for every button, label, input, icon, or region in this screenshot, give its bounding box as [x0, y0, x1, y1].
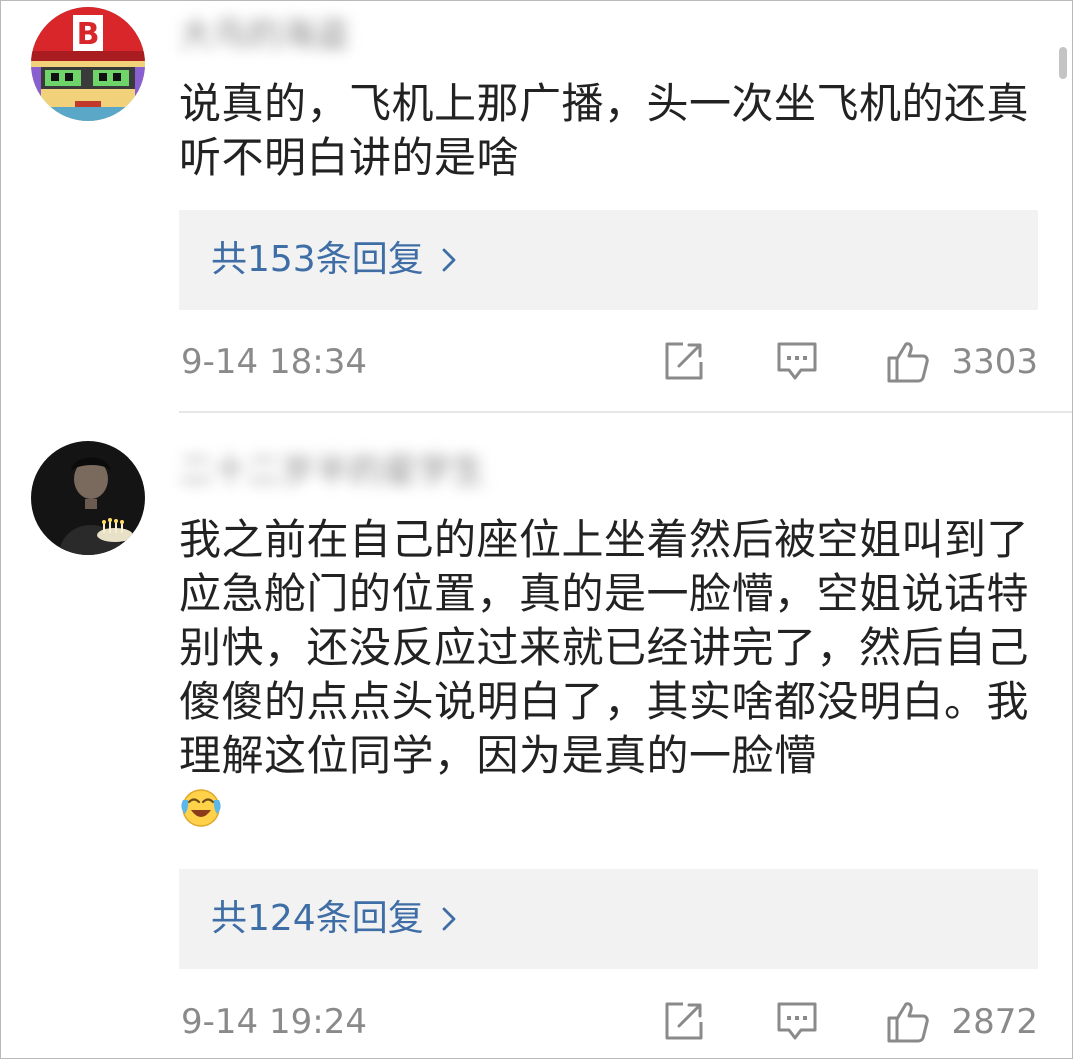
timestamp: 9-14 18:34: [181, 342, 367, 382]
comment-text: 说真的，飞机上那广播，头一次坐飞机的还真听不明白讲的是啥: [179, 79, 1030, 182]
avatar[interactable]: B: [31, 7, 145, 121]
comment-icon[interactable]: [775, 1000, 819, 1046]
laugh-cry-emoji-icon: [179, 784, 223, 841]
timestamp: 9-14 19:24: [181, 1002, 367, 1042]
comment-text: 我之前在自己的座位上坐着然后被空姐叫到了应急舱门的位置，真的是一脸懵，空姐说话特…: [179, 513, 1041, 841]
scrollbar-thumb[interactable]: [1059, 47, 1067, 79]
view-replies-link[interactable]: 共153条回复: [211, 210, 456, 310]
comment-text-content: 我之前在自己的座位上坐着然后被空姐叫到了应急舱门的位置，真的是一脸懵，空姐说话特…: [179, 515, 1030, 780]
replies-panel[interactable]: 共124条回复: [179, 869, 1038, 969]
forward-icon[interactable]: [663, 340, 705, 386]
comment-list: B 大鸟的海盗 说真的，飞机上那广播，头一次坐飞机的还真听不明白讲的是啥 共15…: [0, 0, 1073, 1059]
thumbs-up-icon[interactable]: [885, 340, 931, 388]
chevron-right-icon: [442, 211, 456, 311]
thumbs-up-icon[interactable]: [885, 1000, 931, 1048]
username[interactable]: 大鸟的海盗: [179, 15, 349, 55]
comment-item: 二十二岁半的星学生 我之前在自己的座位上坐着然后被空姐叫到了应急舱门的位置，真的…: [1, 411, 1072, 1058]
view-replies-link[interactable]: 共124条回复: [211, 869, 456, 969]
replies-count-label: 共153条回复: [211, 239, 424, 280]
avatar-letter: B: [77, 17, 100, 52]
like-count: 3303: [951, 342, 1038, 382]
comment-item: B 大鸟的海盗 说真的，飞机上那广播，头一次坐飞机的还真听不明白讲的是啥 共15…: [1, 1, 1072, 411]
replies-count-label: 共124条回复: [211, 898, 424, 939]
comment-icon[interactable]: [775, 340, 819, 386]
divider: [179, 411, 1072, 413]
comment-footer: 9-14 18:34 3303: [179, 337, 1038, 387]
username[interactable]: 二十二岁半的星学生: [179, 451, 485, 491]
chevron-right-icon: [442, 870, 456, 970]
avatar[interactable]: [31, 441, 145, 555]
forward-icon[interactable]: [663, 1000, 705, 1046]
replies-panel[interactable]: 共153条回复: [179, 210, 1038, 310]
comment-footer: 9-14 19:24 2872: [179, 997, 1038, 1047]
like-count: 2872: [951, 1002, 1038, 1042]
